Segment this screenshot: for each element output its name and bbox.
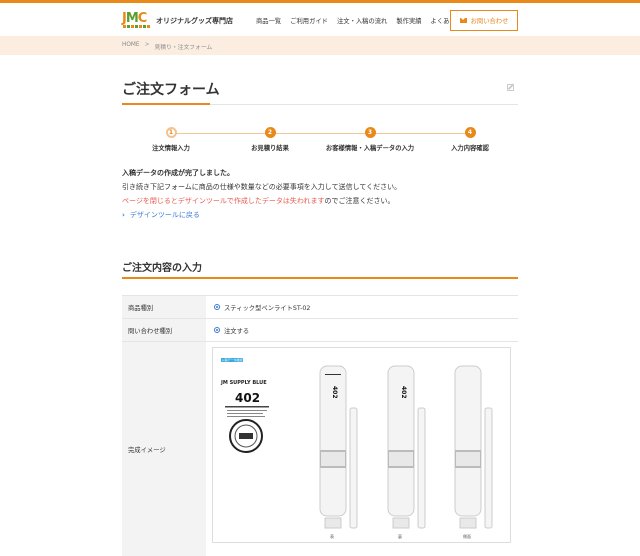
stick-front-label: 表 <box>330 533 334 539</box>
design-card: JM SUPPLY BLUE 402 <box>220 380 269 453</box>
step-number: 4 <box>464 127 476 138</box>
page-title: ご注文フォーム <box>122 82 220 98</box>
completed-image-preview: 入稿データ確認 JM SUPPLY BLUE 402 402 表 402 裏 側… <box>212 347 511 543</box>
back-to-design-tool-link[interactable]: › デザインツールに戻る <box>122 210 200 220</box>
step-1: 1 注文情報入力 <box>150 127 192 152</box>
section-divider <box>122 277 518 279</box>
warning-message: ページを閉じるとデザインツールで作成したデータは失われますのでご注意ください。 <box>122 197 395 205</box>
row-label: 問い合わせ種別 <box>122 319 206 341</box>
row-value: 注文する <box>206 319 518 341</box>
stick-side-label: 側面 <box>463 533 471 539</box>
svg-text:402: 402 <box>331 386 338 399</box>
breadcrumb-separator: > <box>144 42 150 48</box>
breadcrumb-current: 見積り・注文フォーム <box>154 45 213 51</box>
row-label: 完成イメージ <box>122 342 206 556</box>
inquiry-type-radio[interactable] <box>214 327 220 333</box>
nav-item-works[interactable]: 製作実績 <box>396 16 421 25</box>
card-number: 402 <box>235 391 260 405</box>
stick-back: 402 裏 <box>387 365 426 539</box>
inquiry-type-value: 注文する <box>224 327 250 335</box>
breadcrumb: HOME > 見積り・注文フォーム <box>122 42 212 51</box>
nav-item-guide[interactable]: ご利用ガイド <box>290 16 328 25</box>
chevron-right-icon: › <box>122 211 125 219</box>
step-2: 2 お見積り結果 <box>250 127 290 152</box>
card-brand: JM SUPPLY BLUE <box>220 380 267 386</box>
external-link-icon[interactable] <box>507 84 514 91</box>
main-nav: 商品一覧 ご利用ガイド 注文・入稿の流れ 製作実績 よくある質問 <box>256 16 468 25</box>
row-value: スティック型ペンライトST-02 <box>206 296 518 318</box>
product-type-value: スティック型ペンライトST-02 <box>224 304 311 312</box>
step-number: 2 <box>264 127 276 138</box>
step-label: 入力内容確認 <box>451 145 489 152</box>
step-label: お客様情報・入稿データの入力 <box>325 145 415 152</box>
contact-button[interactable]: お問い合わせ <box>450 10 518 31</box>
svg-text:402: 402 <box>400 386 407 399</box>
step-3: 3 お客様情報・入稿データの入力 <box>325 127 415 152</box>
title-divider-accent <box>122 103 210 105</box>
form-row-product-type: 商品種別 スティック型ペンライトST-02 <box>122 296 518 319</box>
stick-front: 402 表 <box>319 365 358 539</box>
row-label: 商品種別 <box>122 296 206 318</box>
site-logo[interactable]: JMC <box>122 12 152 28</box>
breadcrumb-bar: HOME > 見積り・注文フォーム <box>0 36 640 55</box>
warning-text: ページを閉じるとデザインツールで作成したデータは失われます <box>122 197 325 205</box>
section-title: ご注文内容の入力 <box>122 263 202 274</box>
step-4: 4 入力内容確認 <box>450 127 490 152</box>
stick-back-label: 裏 <box>398 533 402 539</box>
form-row-inquiry-type: 問い合わせ種別 注文する <box>122 319 518 342</box>
breadcrumb-home[interactable]: HOME <box>122 42 140 51</box>
step-number: 3 <box>364 127 376 138</box>
site-header: JMC オリジナルグッズ専門店 商品一覧 ご利用ガイド 注文・入稿の流れ 製作実… <box>0 3 640 36</box>
steps-connector <box>170 133 470 134</box>
nav-item-products[interactable]: 商品一覧 <box>256 16 281 25</box>
step-label: お見積り結果 <box>251 145 289 152</box>
contact-button-label: お問い合わせ <box>470 18 509 25</box>
back-link-label: デザインツールに戻る <box>129 211 200 219</box>
completion-message: 入稿データの作成が完了しました。 <box>122 169 234 177</box>
step-number: 1 <box>165 127 177 138</box>
nav-item-flow[interactable]: 注文・入稿の流れ <box>337 16 387 25</box>
step-label: 注文情報入力 <box>152 145 190 152</box>
site-name: オリジナルグッズ専門店 <box>156 17 233 25</box>
product-type-radio[interactable] <box>214 304 220 310</box>
instruction-message: 引き続き下記フォームに商品の仕様や数量などの必要事項を入力して送信してください。 <box>122 183 402 191</box>
preview-illustration: JM SUPPLY BLUE 402 402 表 402 裏 側面 <box>220 365 493 539</box>
mail-icon <box>459 18 467 23</box>
stick-side: 側面 <box>454 365 493 539</box>
